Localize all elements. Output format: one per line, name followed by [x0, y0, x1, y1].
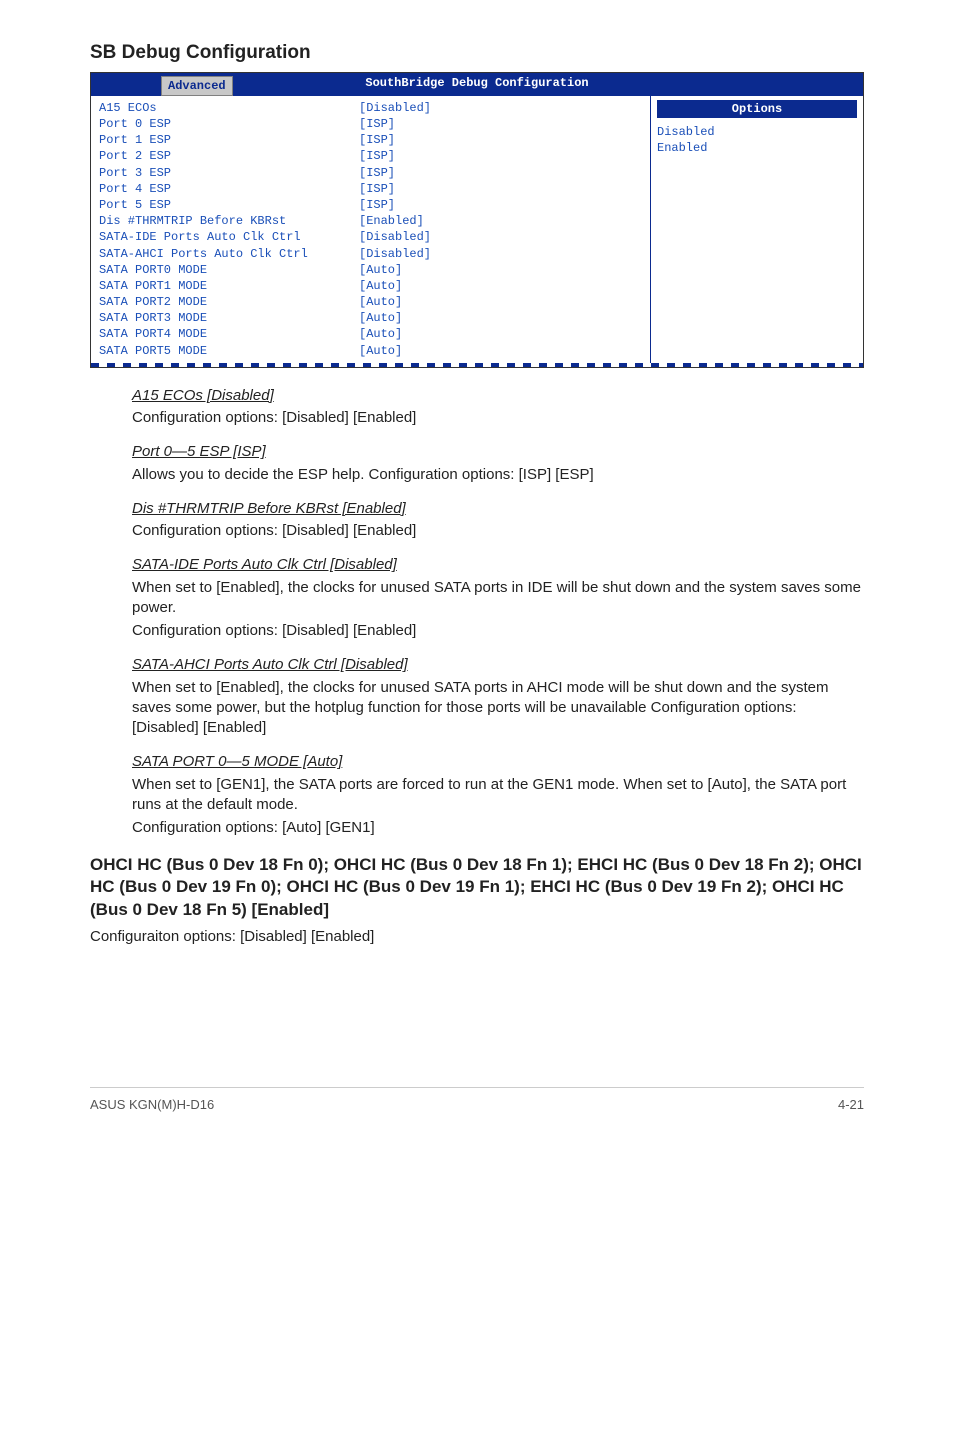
ohci-ehci-body: Configuraiton options: [Disabled] [Enabl… — [90, 927, 864, 947]
section-body: Configuration options: [Auto] [GEN1] — [132, 818, 864, 838]
bios-row-label: A15 ECOs — [99, 100, 359, 116]
bios-row-label: SATA PORT3 MODE — [99, 310, 359, 326]
bios-row-sata-port1: SATA PORT1 MODE[Auto] — [99, 278, 642, 294]
bios-row-value: [Disabled] — [359, 229, 431, 245]
bios-row-value: [ISP] — [359, 165, 395, 181]
bios-row-value: [Auto] — [359, 326, 402, 342]
bios-row-a15-ecos: A15 ECOs[Disabled] — [99, 100, 642, 116]
footer-right: 4-21 — [838, 1096, 864, 1114]
section-body: When set to [Enabled], the clocks for un… — [132, 678, 864, 739]
section-sata-port-mode: SATA PORT 0—5 MODE [Auto] When set to [G… — [132, 752, 864, 838]
section-body: Configuration options: [Disabled] [Enabl… — [132, 408, 864, 428]
bios-row-label: Port 0 ESP — [99, 116, 359, 132]
bios-side: Options Disabled Enabled — [651, 96, 863, 363]
bios-row-value: [ISP] — [359, 116, 395, 132]
bios-row-label: Port 3 ESP — [99, 165, 359, 181]
bios-row-label: Port 2 ESP — [99, 148, 359, 164]
bios-divider — [91, 363, 863, 367]
bios-row-label: SATA PORT4 MODE — [99, 326, 359, 342]
bios-panel: SouthBridge Debug Configuration Advanced… — [90, 72, 864, 368]
bios-row-label: Port 1 ESP — [99, 132, 359, 148]
bios-row-label: Port 5 ESP — [99, 197, 359, 213]
bios-row-sata-port4: SATA PORT4 MODE[Auto] — [99, 326, 642, 342]
side-option-disabled: Disabled — [657, 124, 857, 140]
bios-row-value: [Enabled] — [359, 213, 424, 229]
options-header: Options — [657, 100, 857, 118]
ohci-ehci-heading: OHCI HC (Bus 0 Dev 18 Fn 0); OHCI HC (Bu… — [90, 854, 864, 920]
bios-row-label: SATA PORT0 MODE — [99, 262, 359, 278]
bios-row-port2-esp: Port 2 ESP[ISP] — [99, 148, 642, 164]
section-sata-ide: SATA-IDE Ports Auto Clk Ctrl [Disabled] … — [132, 555, 864, 641]
section-thrmtrip: Dis #THRMTRIP Before KBRst [Enabled] Con… — [132, 499, 864, 542]
bios-row-value: [Auto] — [359, 294, 402, 310]
bios-row-label: Port 4 ESP — [99, 181, 359, 197]
section-sata-ahci: SATA-AHCI Ports Auto Clk Ctrl [Disabled]… — [132, 655, 864, 738]
bios-row-value: [Disabled] — [359, 100, 431, 116]
section-a15-ecos: A15 ECOs [Disabled] Configuration option… — [132, 386, 864, 429]
bios-row-sata-port3: SATA PORT3 MODE[Auto] — [99, 310, 642, 326]
bios-row-label: SATA-AHCI Ports Auto Clk Ctrl — [99, 246, 359, 262]
bios-body: A15 ECOs[Disabled] Port 0 ESP[ISP] Port … — [91, 95, 863, 363]
bios-main: A15 ECOs[Disabled] Port 0 ESP[ISP] Port … — [91, 96, 651, 363]
bios-row-value: [Auto] — [359, 278, 402, 294]
page-footer: ASUS KGN(M)H-D16 4-21 — [90, 1087, 864, 1114]
side-option-enabled: Enabled — [657, 140, 857, 156]
bios-row-sata-port0: SATA PORT0 MODE[Auto] — [99, 262, 642, 278]
bios-row-label: Dis #THRMTRIP Before KBRst — [99, 213, 359, 229]
section-title: Dis #THRMTRIP Before KBRst [Enabled] — [132, 499, 864, 519]
bios-row-port5-esp: Port 5 ESP[ISP] — [99, 197, 642, 213]
bios-row-value: [Disabled] — [359, 246, 431, 262]
bios-row-label: SATA-IDE Ports Auto Clk Ctrl — [99, 229, 359, 245]
section-title: SATA-AHCI Ports Auto Clk Ctrl [Disabled] — [132, 655, 864, 675]
bios-row-value: [ISP] — [359, 148, 395, 164]
bios-row-label: SATA PORT5 MODE — [99, 343, 359, 359]
bios-row-sata-ide: SATA-IDE Ports Auto Clk Ctrl[Disabled] — [99, 229, 642, 245]
bios-row-value: [ISP] — [359, 132, 395, 148]
section-port-esp: Port 0—5 ESP [ISP] Allows you to decide … — [132, 442, 864, 485]
page-heading: SB Debug Configuration — [90, 40, 864, 66]
section-title: A15 ECOs [Disabled] — [132, 386, 864, 406]
section-title: SATA PORT 0—5 MODE [Auto] — [132, 752, 864, 772]
bios-row-port0-esp: Port 0 ESP[ISP] — [99, 116, 642, 132]
section-body: Configuration options: [Disabled] [Enabl… — [132, 621, 864, 641]
bios-row-sata-port2: SATA PORT2 MODE[Auto] — [99, 294, 642, 310]
section-body: Configuration options: [Disabled] [Enabl… — [132, 521, 864, 541]
section-title: SATA-IDE Ports Auto Clk Ctrl [Disabled] — [132, 555, 864, 575]
bios-row-value: [ISP] — [359, 197, 395, 213]
footer-left: ASUS KGN(M)H-D16 — [90, 1096, 214, 1114]
bios-row-port4-esp: Port 4 ESP[ISP] — [99, 181, 642, 197]
bios-row-port1-esp: Port 1 ESP[ISP] — [99, 132, 642, 148]
section-body: When set to [GEN1], the SATA ports are f… — [132, 775, 864, 816]
bios-row-thrmtrip: Dis #THRMTRIP Before KBRst[Enabled] — [99, 213, 642, 229]
bios-tab-advanced: Advanced — [161, 76, 233, 96]
bios-row-label: SATA PORT2 MODE — [99, 294, 359, 310]
section-body: Allows you to decide the ESP help. Confi… — [132, 465, 864, 485]
section-title: Port 0—5 ESP [ISP] — [132, 442, 864, 462]
bios-row-value: [Auto] — [359, 343, 402, 359]
bios-row-sata-ahci: SATA-AHCI Ports Auto Clk Ctrl[Disabled] — [99, 246, 642, 262]
section-body: When set to [Enabled], the clocks for un… — [132, 578, 864, 619]
bios-row-value: [Auto] — [359, 310, 402, 326]
bios-header: SouthBridge Debug Configuration Advanced — [91, 73, 863, 95]
bios-row-value: [Auto] — [359, 262, 402, 278]
bios-row-sata-port5: SATA PORT5 MODE[Auto] — [99, 343, 642, 359]
bios-row-value: [ISP] — [359, 181, 395, 197]
bios-row-port3-esp: Port 3 ESP[ISP] — [99, 165, 642, 181]
bios-row-label: SATA PORT1 MODE — [99, 278, 359, 294]
